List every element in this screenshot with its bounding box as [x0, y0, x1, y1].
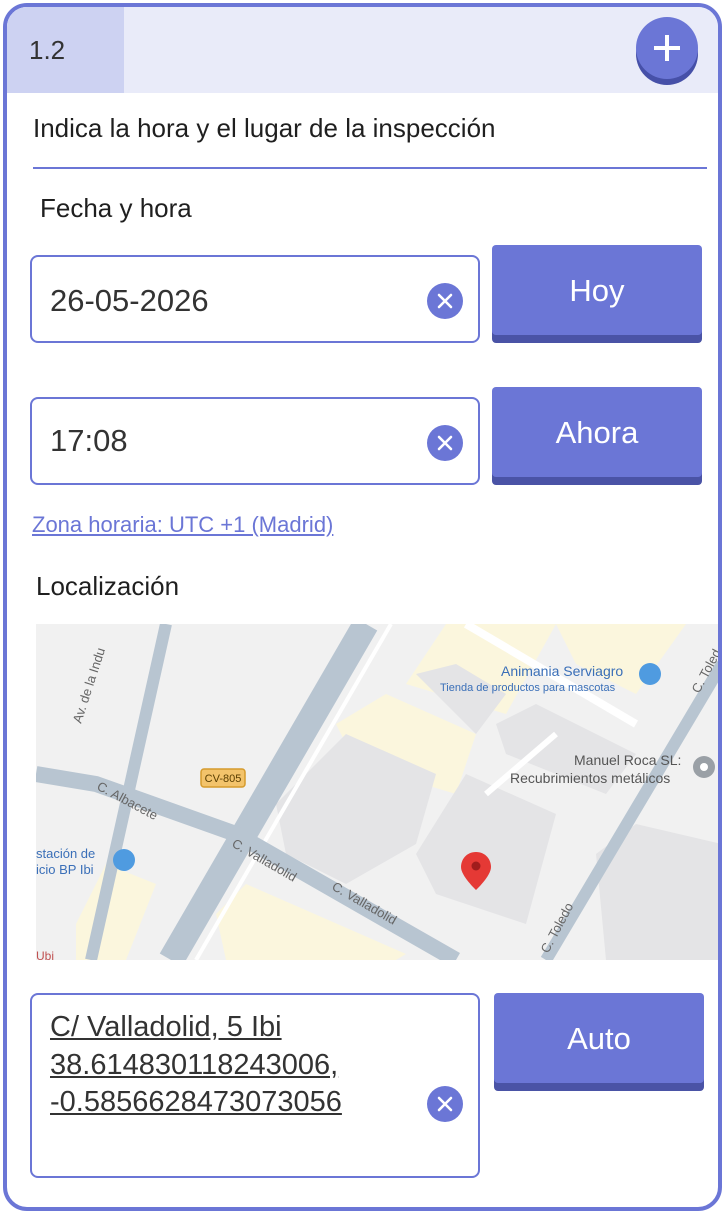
- datetime-section-title: Fecha y hora: [40, 193, 192, 223]
- shop-icon: [639, 663, 661, 685]
- highway-label: CV-805: [205, 773, 242, 785]
- today-button[interactable]: Hoy: [492, 245, 702, 335]
- add-button[interactable]: [636, 17, 698, 79]
- gas-station-icon: [113, 849, 135, 871]
- poi-name: Manuel Roca SL:: [574, 752, 681, 768]
- step-number: 1.2: [7, 7, 124, 93]
- poi-name: Ubi: [36, 949, 54, 960]
- time-field[interactable]: 17:08: [30, 397, 480, 485]
- poi-description: Recubrimientos metálicos: [510, 770, 670, 786]
- date-value: 26-05-2026: [50, 283, 209, 318]
- poi-description: Tienda de productos para mascotas: [440, 682, 616, 694]
- location-map[interactable]: CV-805 Av. de la Indu C. Albacete C. Val…: [36, 624, 722, 960]
- clear-date-button[interactable]: [427, 283, 463, 319]
- clear-time-button[interactable]: [427, 425, 463, 461]
- instruction-text: Indica la hora y el lugar de la inspecci…: [33, 113, 496, 143]
- time-value: 17:08: [50, 423, 128, 458]
- close-icon: [437, 435, 453, 451]
- poi-name: icio BP Ibi: [36, 862, 94, 877]
- plus-icon: [654, 35, 680, 61]
- date-field[interactable]: 26-05-2026: [30, 255, 480, 343]
- longitude-line: -0.5856628473073056: [50, 1086, 342, 1118]
- divider: [33, 167, 707, 169]
- map-canvas[interactable]: CV-805 Av. de la Indu C. Albacete C. Val…: [36, 624, 722, 960]
- clear-address-button[interactable]: [427, 1086, 463, 1122]
- address-line: C/ Valladolid, 5 Ibi: [50, 1011, 282, 1043]
- close-icon: [437, 1096, 453, 1112]
- close-icon: [437, 293, 453, 309]
- now-button[interactable]: Ahora: [492, 387, 702, 477]
- latitude-line: 38.614830118243006,: [50, 1049, 339, 1081]
- poi-name: Animania Serviagro: [501, 663, 623, 679]
- step-header: 1.2: [7, 7, 718, 93]
- location-section-title: Localización: [36, 571, 180, 601]
- auto-location-button[interactable]: Auto: [494, 993, 704, 1083]
- timezone-link[interactable]: Zona horaria: UTC +1 (Madrid): [32, 512, 333, 538]
- form-card: 1.2 Indica la hora y el lugar de la insp…: [3, 3, 722, 1211]
- address-field[interactable]: C/ Valladolid, 5 Ibi 38.614830118243006,…: [30, 993, 480, 1178]
- poi-name: stación de: [36, 846, 95, 861]
